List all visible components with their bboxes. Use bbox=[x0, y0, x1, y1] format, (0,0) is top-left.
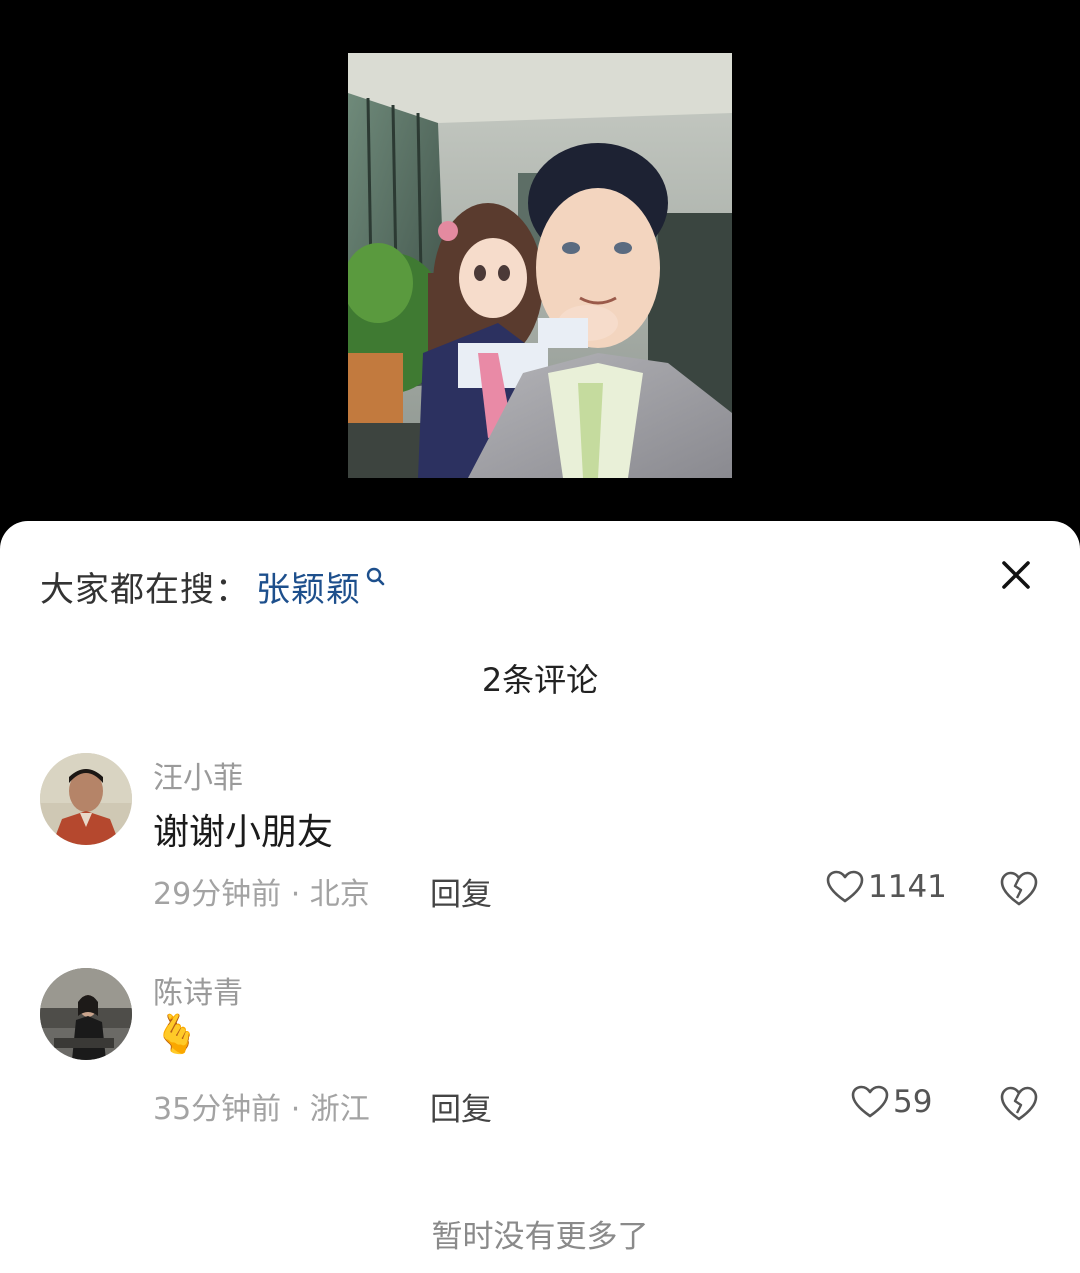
comment-meta: 29分钟前 · 北京 bbox=[153, 877, 370, 912]
comment-meta: 35分钟前 · 浙江 bbox=[153, 1092, 370, 1127]
heart-icon bbox=[851, 1085, 889, 1118]
close-icon[interactable] bbox=[996, 555, 1036, 595]
reply-button[interactable]: 回复 bbox=[430, 869, 492, 914]
user-photo bbox=[40, 753, 132, 845]
comment-text: 谢谢小朋友 bbox=[153, 812, 334, 853]
avatar[interactable] bbox=[40, 753, 132, 845]
broken-heart-icon[interactable] bbox=[1000, 871, 1038, 907]
broken-heart-icon[interactable] bbox=[1000, 1086, 1038, 1122]
comment-emoji: 🫰 bbox=[153, 1012, 201, 1056]
trending-search-term[interactable]: 张颖颖 bbox=[256, 562, 361, 611]
like-button[interactable]: 1141 bbox=[826, 869, 947, 905]
user-photo bbox=[40, 968, 132, 1060]
heart-icon bbox=[826, 870, 864, 903]
like-button[interactable]: 59 bbox=[851, 1084, 932, 1120]
comment-sheet: 大家都在搜： 张颖颖 2条评论 汪小菲 谢谢小朋友 29分钟前 · 北京 回复 bbox=[0, 521, 1080, 1273]
search-icon[interactable] bbox=[365, 566, 387, 592]
trending-search-label: 大家都在搜： bbox=[40, 569, 250, 610]
comment-count: 2条评论 bbox=[481, 661, 599, 699]
anime-illustration bbox=[348, 53, 732, 478]
post-image[interactable] bbox=[348, 53, 732, 478]
reply-button[interactable]: 回复 bbox=[430, 1084, 492, 1129]
comment-item: 汪小菲 谢谢小朋友 29分钟前 · 北京 回复 1141 bbox=[0, 751, 1080, 951]
trending-search-row[interactable]: 大家都在搜： 张颖颖 bbox=[40, 561, 387, 611]
comment-username[interactable]: 陈诗青 bbox=[153, 968, 243, 1012]
comment-username[interactable]: 汪小菲 bbox=[153, 753, 243, 797]
avatar[interactable] bbox=[40, 968, 132, 1060]
like-count: 59 bbox=[893, 1084, 933, 1120]
like-count: 1141 bbox=[868, 869, 947, 905]
media-area[interactable] bbox=[0, 0, 1080, 540]
no-more-comments: 暂时没有更多了 bbox=[431, 1219, 649, 1255]
comment-item: 陈诗青 🫰 35分钟前 · 浙江 回复 59 bbox=[0, 966, 1080, 1166]
